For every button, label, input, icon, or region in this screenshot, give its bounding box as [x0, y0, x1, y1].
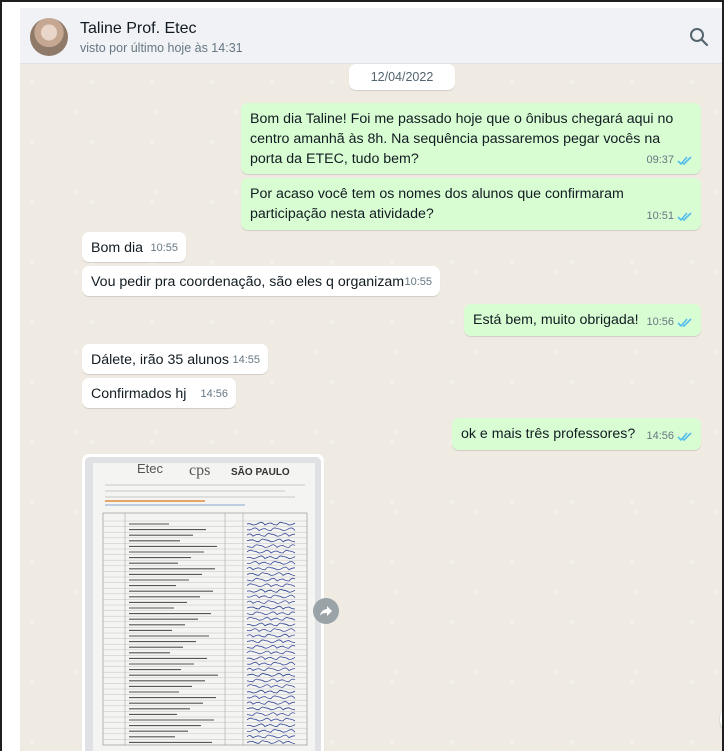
message-meta: 10:51: [646, 206, 693, 226]
double-check-icon: [677, 317, 692, 327]
chat-header: Taline Prof. Etec visto por último hoje …: [20, 8, 722, 64]
doc-logo-cps: cps: [189, 462, 210, 479]
message-meta: 14:56: [646, 426, 693, 446]
message-outgoing[interactable]: ok e mais três professores? 14:56: [452, 418, 701, 450]
contact-avatar[interactable]: [30, 18, 68, 56]
message-incoming[interactable]: Vou pedir pra coordenação, são eles q or…: [82, 266, 440, 296]
forward-button[interactable]: [313, 598, 339, 624]
search-button[interactable]: [684, 22, 714, 52]
document-photo[interactable]: Etec cps SÃO PAULO: [85, 457, 321, 751]
message-time: 09:37: [646, 154, 674, 166]
message-time: 10:55: [150, 242, 178, 254]
message-text: Por acaso você tem os nomes dos alunos q…: [250, 186, 624, 222]
message-time: 14:55: [232, 354, 260, 366]
message-incoming[interactable]: Dálete, irão 35 alunos 14:55: [82, 344, 268, 374]
message-text: Vou pedir pra coordenação, são eles q or…: [91, 274, 405, 290]
message-text: Bom dia Taline! Foi me passado hoje que …: [250, 111, 674, 167]
contact-name[interactable]: Taline Prof. Etec: [80, 20, 197, 38]
scroll-down-button[interactable]: [720, 704, 722, 734]
date-separator: 12/04/2022: [349, 64, 455, 90]
message-outgoing[interactable]: Está bem, muito obrigada! 10:56: [464, 304, 701, 336]
message-meta: 10:56: [646, 312, 693, 332]
double-check-icon: [677, 211, 692, 221]
message-outgoing[interactable]: Por acaso você tem os nomes dos alunos q…: [241, 178, 701, 230]
message-incoming[interactable]: Bom dia 10:55: [82, 232, 186, 262]
attendance-sheet-photo: Etec cps SÃO PAULO: [85, 457, 321, 751]
doc-logo-sao-paulo: SÃO PAULO: [231, 465, 290, 478]
doc-logo-etec: Etec: [137, 461, 164, 476]
message-time: 10:55: [404, 276, 432, 288]
chat-pane[interactable]: 12/04/2022 Bom dia Taline! Foi me passad…: [20, 64, 722, 751]
message-time: 14:56: [200, 388, 228, 400]
forward-icon: [320, 606, 332, 616]
last-seen-status: visto por último hoje às 14:31: [80, 41, 243, 55]
message-time: 10:51: [646, 210, 674, 222]
message-outgoing[interactable]: Bom dia Taline! Foi me passado hoje que …: [241, 103, 701, 174]
message-time: 14:56: [646, 430, 674, 442]
double-check-icon: [677, 155, 692, 165]
message-time: 10:56: [646, 316, 674, 328]
double-check-icon: [677, 431, 692, 441]
search-icon: [690, 28, 709, 47]
message-meta: 09:37: [646, 150, 693, 170]
message-image[interactable]: Etec cps SÃO PAULO: [82, 454, 324, 751]
whatsapp-window: Taline Prof. Etec visto por último hoje …: [0, 0, 724, 751]
message-incoming[interactable]: Confirmados hj 14:56: [82, 378, 236, 408]
